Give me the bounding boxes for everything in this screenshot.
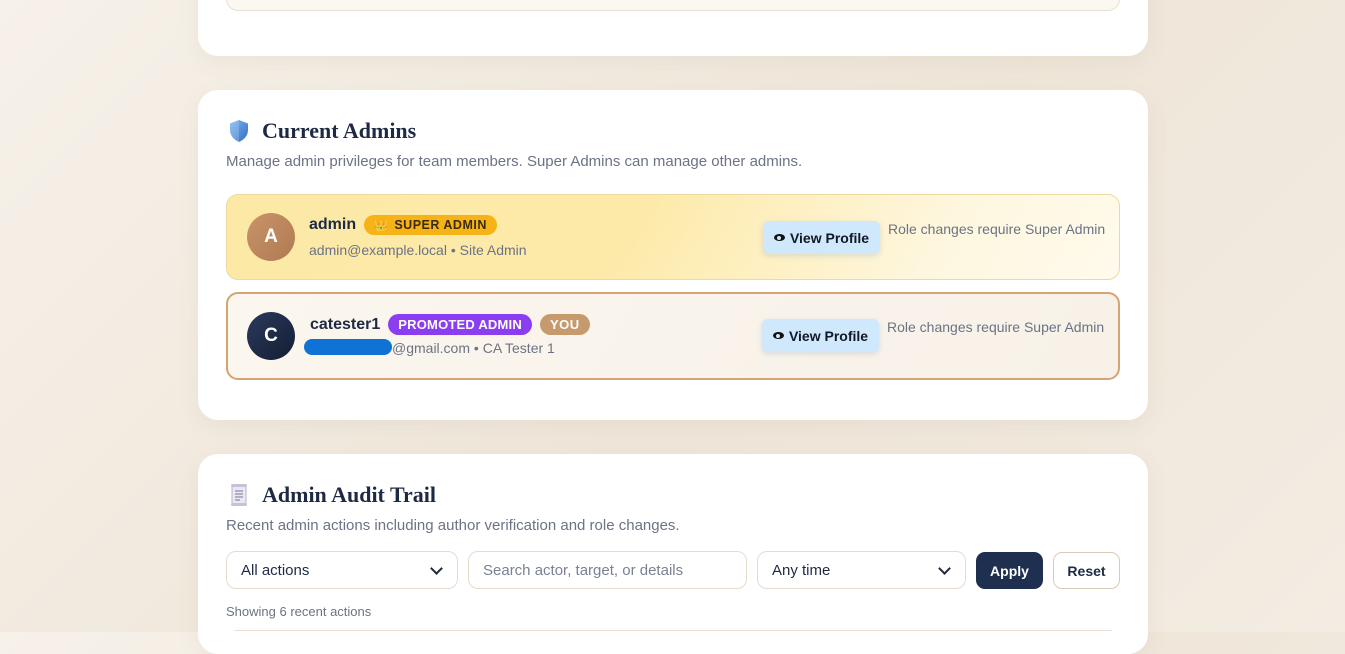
- current-admins-card: Current Admins Manage admin privileges f…: [198, 90, 1148, 420]
- audit-trail-title: Admin Audit Trail: [262, 482, 437, 507]
- view-profile-label: View Profile: [789, 229, 870, 246]
- audit-trail-header: Admin Audit Trail: [226, 482, 436, 508]
- audit-list-divider: [234, 630, 1112, 631]
- chevron-down-icon: [938, 561, 951, 575]
- eye-icon: [772, 332, 784, 339]
- admin-email: @gmail.com: [392, 340, 471, 356]
- reset-button[interactable]: Reset: [1053, 552, 1120, 589]
- admin-subline: @gmail.com • CA Tester 1: [304, 339, 555, 357]
- separator: •: [473, 340, 479, 356]
- super-admin-badge-label: SUPER ADMIN: [394, 218, 487, 232]
- avatar: A: [247, 213, 295, 261]
- shield-icon: [226, 118, 252, 144]
- apply-button[interactable]: Apply: [976, 552, 1043, 589]
- previous-section-card: [198, 0, 1148, 56]
- redacted-email-prefix: [304, 339, 392, 356]
- promoted-admin-badge: PROMOTED ADMIN: [388, 314, 532, 335]
- time-filter-select[interactable]: Any time: [757, 551, 966, 589]
- audit-search-input[interactable]: [483, 561, 732, 579]
- admin-username: catester1: [310, 315, 381, 333]
- previous-section-inner-box: [226, 0, 1120, 11]
- admin-name-line: admin 👑 SUPER ADMIN: [309, 215, 505, 235]
- admin-row-current-user: C catester1 PROMOTED ADMIN YOU @gmail.co…: [226, 292, 1120, 380]
- super-admin-badge: 👑 SUPER ADMIN: [364, 215, 497, 235]
- audit-trail-description: Recent admin actions including author ve…: [226, 517, 680, 534]
- action-filter-select[interactable]: All actions: [226, 551, 458, 589]
- avatar: C: [247, 312, 295, 360]
- chevron-down-icon: [430, 561, 443, 575]
- showing-count: Showing 6 recent actions: [226, 604, 372, 619]
- view-profile-button-catester1[interactable]: View Profile: [762, 319, 879, 352]
- current-admins-description: Manage admin privileges for team members…: [226, 153, 803, 170]
- view-profile-label: View Profile: [788, 327, 869, 344]
- admin-name-line: catester1 PROMOTED ADMIN YOU: [310, 314, 598, 335]
- time-filter-value: Any time: [772, 561, 831, 579]
- current-admins-title: Current Admins: [262, 118, 417, 143]
- admin-subline: admin@example.local • Site Admin: [309, 242, 527, 258]
- admin-audit-trail-card: Admin Audit Trail Recent admin actions i…: [198, 454, 1148, 654]
- eye-icon: [773, 234, 785, 241]
- separator: •: [450, 242, 456, 258]
- crown-icon: 👑: [374, 219, 389, 232]
- current-admins-header: Current Admins: [226, 118, 416, 144]
- view-profile-button-admin[interactable]: View Profile: [763, 221, 880, 254]
- role-change-note: Role changes require Super Admin: [887, 319, 1105, 335]
- action-filter-value: All actions: [241, 561, 310, 579]
- you-badge: YOU: [539, 314, 590, 335]
- admin-email: admin@example.local: [309, 242, 447, 258]
- role-change-note: Role changes require Super Admin: [888, 221, 1106, 237]
- admin-role: CA Tester 1: [482, 340, 555, 356]
- audit-search-field[interactable]: [468, 551, 747, 589]
- scroll-icon: [226, 482, 252, 508]
- admin-username: admin: [309, 216, 357, 233]
- admin-row-super: A admin 👑 SUPER ADMIN admin@example.loca…: [226, 194, 1120, 280]
- admin-role: Site Admin: [459, 242, 527, 258]
